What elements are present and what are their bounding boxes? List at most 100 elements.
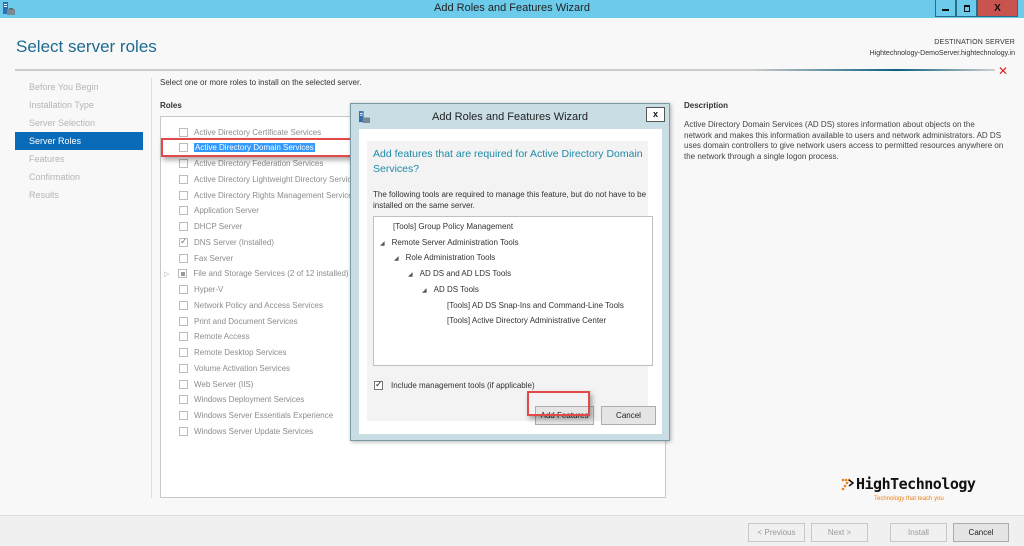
- role-checkbox[interactable]: [179, 348, 188, 357]
- progress-divider: [15, 69, 995, 71]
- role-label: Network Policy and Access Services: [194, 300, 323, 310]
- include-management-tools-checkbox[interactable]: Include management tools (if applicable): [374, 379, 535, 390]
- roles-label: Roles: [160, 101, 182, 110]
- role-label: Fax Server: [194, 253, 234, 263]
- role-label: File and Storage Services (2 of 12 insta…: [193, 269, 349, 279]
- role-item[interactable]: Volume Activation Services: [179, 361, 290, 375]
- role-item[interactable]: Active Directory Certificate Services: [179, 125, 321, 139]
- role-item[interactable]: DHCP Server: [179, 220, 242, 234]
- role-checkbox[interactable]: [179, 285, 188, 294]
- role-item[interactable]: Hyper-V: [179, 283, 223, 297]
- role-item[interactable]: Network Policy and Access Services: [179, 298, 323, 312]
- dialog-text: The following tools are required to mana…: [373, 190, 647, 210]
- role-checkbox[interactable]: [179, 190, 188, 200]
- nav-item-features[interactable]: Features: [15, 150, 143, 168]
- tree-item[interactable]: [Tools] AD DS Snap-Ins and Command-Line …: [447, 300, 624, 312]
- role-checkbox[interactable]: [179, 127, 188, 137]
- hightechnology-logo: HighTechnology Technology that teach you: [841, 475, 976, 502]
- tree-item[interactable]: ◢ AD DS and AD LDS Tools: [408, 268, 511, 280]
- role-label: DHCP Server: [194, 222, 243, 231]
- role-item[interactable]: DNS Server (Installed): [179, 235, 274, 249]
- role-checkbox[interactable]: [179, 300, 188, 310]
- role-checkbox[interactable]: [179, 332, 188, 342]
- role-label: Hyper-V: [194, 285, 224, 294]
- role-label: Print and Document Services: [194, 316, 298, 326]
- collapse-icon[interactable]: ◢: [380, 241, 385, 247]
- role-checkbox[interactable]: [179, 395, 188, 405]
- collapse-icon[interactable]: ◢: [422, 288, 427, 294]
- role-checkbox[interactable]: [179, 206, 188, 216]
- role-item[interactable]: Remote Desktop Services: [179, 346, 286, 360]
- role-label: Volume Activation Services: [194, 363, 291, 373]
- role-item[interactable]: Print and Document Services: [179, 314, 298, 328]
- tree-item[interactable]: ◢ Role Administration Tools: [394, 252, 495, 264]
- role-item[interactable]: Remote Access: [179, 330, 250, 344]
- tree-item-label: [Tools] Group Policy Management: [393, 222, 514, 231]
- role-checkbox[interactable]: [178, 269, 188, 279]
- role-label: Active Directory Lightweight Directory S…: [194, 174, 360, 184]
- role-checkbox[interactable]: [179, 159, 188, 168]
- role-item[interactable]: Windows Server Update Services: [179, 424, 313, 438]
- minimize-button[interactable]: [935, 0, 956, 17]
- tree-item[interactable]: ◢ AD DS Tools: [422, 284, 479, 296]
- nav-item-server-selection[interactable]: Server Selection: [15, 114, 143, 132]
- role-checkbox[interactable]: [179, 316, 188, 326]
- collapse-icon[interactable]: ◢: [394, 256, 399, 262]
- install-button[interactable]: Install: [890, 523, 947, 542]
- role-label: Active Directory Certificate Services: [194, 127, 322, 137]
- tree-item-label: AD DS Tools: [433, 284, 479, 294]
- cancel-button[interactable]: Cancel: [953, 523, 1009, 542]
- role-checkbox[interactable]: [179, 174, 188, 184]
- role-label: Active Directory Rights Management Servi…: [194, 190, 357, 200]
- nav-item-confirmation[interactable]: Confirmation: [15, 168, 143, 186]
- nav-item-installation-type[interactable]: Installation Type: [15, 96, 143, 114]
- role-label: Windows Deployment Services: [194, 395, 305, 405]
- role-label: Active Directory Federation Services: [194, 159, 324, 168]
- role-item[interactable]: Active Directory Rights Management Servi…: [179, 188, 357, 202]
- highlight-ad-ds: [161, 138, 355, 157]
- expand-icon[interactable]: ▷: [164, 270, 169, 278]
- tree-item-label: Role Administration Tools: [405, 253, 496, 263]
- close-button[interactable]: X: [977, 0, 1018, 17]
- tree-item-label: [Tools] Active Directory Administrative …: [447, 316, 607, 326]
- role-checkbox[interactable]: [179, 411, 188, 420]
- tree-item[interactable]: [Tools] Active Directory Administrative …: [447, 315, 606, 327]
- role-item[interactable]: Windows Server Essentials Experience: [179, 409, 333, 423]
- previous-button[interactable]: < Previous: [748, 523, 805, 542]
- logo-tagline: Technology that teach you: [874, 496, 944, 502]
- role-checkbox[interactable]: [179, 379, 188, 389]
- role-checkbox[interactable]: [179, 363, 188, 373]
- nav-item-before-you-begin[interactable]: Before You Begin: [15, 78, 143, 96]
- error-icon[interactable]: ✕: [998, 64, 1008, 78]
- tree-item[interactable]: [Tools] Group Policy Management: [393, 221, 513, 233]
- restore-button[interactable]: [956, 0, 977, 17]
- role-label: Web Server (IIS): [194, 379, 254, 389]
- role-item[interactable]: Active Directory Federation Services: [179, 157, 323, 171]
- role-item[interactable]: Application Server: [179, 204, 259, 218]
- role-checkbox[interactable]: [179, 253, 188, 263]
- description-text: Active Directory Domain Services (AD DS)…: [684, 120, 1004, 161]
- dialog-close-button[interactable]: x: [646, 107, 665, 122]
- nav-item-server-roles[interactable]: Server Roles: [15, 132, 143, 150]
- role-item[interactable]: Fax Server: [179, 251, 233, 265]
- role-item[interactable]: Windows Deployment Services: [179, 393, 304, 407]
- role-checkbox[interactable]: [179, 236, 188, 247]
- role-item[interactable]: Web Server (IIS): [179, 377, 253, 391]
- add-features-dialog: Add Roles and Features Wizard x Add feat…: [350, 103, 670, 441]
- tree-item-label: AD DS and AD LDS Tools: [419, 269, 512, 279]
- dialog-cancel-button[interactable]: Cancel: [601, 406, 656, 425]
- checkbox-icon[interactable]: [374, 379, 383, 390]
- role-item[interactable]: Active Directory Lightweight Directory S…: [179, 172, 360, 186]
- wizard-footer: < Previous Next > Install Cancel: [0, 515, 1024, 546]
- next-button[interactable]: Next >: [811, 523, 868, 542]
- window-title: Add Roles and Features Wizard: [434, 2, 590, 14]
- collapse-icon[interactable]: ◢: [408, 272, 413, 278]
- include-management-tools-label: Include management tools (if applicable): [391, 381, 535, 390]
- tree-item-label: Remote Server Administration Tools: [391, 237, 519, 247]
- tree-item[interactable]: ◢ Remote Server Administration Tools: [380, 237, 519, 249]
- role-checkbox[interactable]: [179, 426, 188, 436]
- role-checkbox[interactable]: [179, 222, 188, 231]
- highlight-add-features: [527, 391, 590, 416]
- nav-item-results[interactable]: Results: [15, 186, 143, 204]
- role-item[interactable]: ▷ File and Storage Services (2 of 12 inst…: [164, 267, 349, 281]
